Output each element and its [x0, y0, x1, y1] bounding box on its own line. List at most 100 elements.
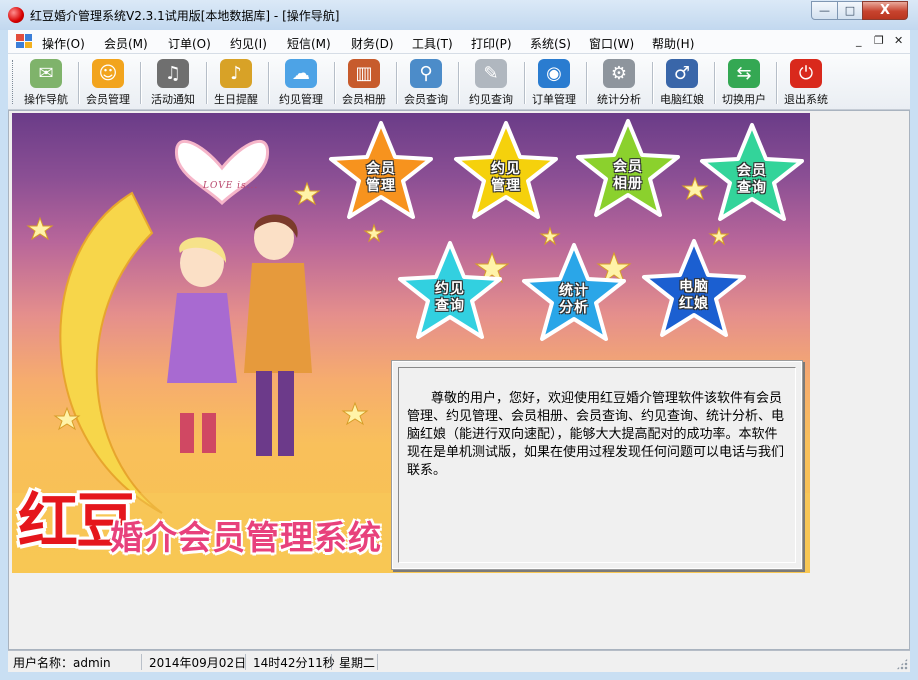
child-restore-icon[interactable]: ❐	[874, 34, 884, 47]
menu-window[interactable]: 窗口(W)	[589, 35, 634, 52]
album-icon: ▥	[348, 59, 380, 88]
menu-help[interactable]: 帮助(H)	[652, 35, 694, 52]
star-member-management[interactable]: 会员 管理	[327, 119, 435, 223]
star-member-query[interactable]: 会员 查询	[698, 121, 806, 225]
toolbar-activity-button[interactable]: ♫ 活动通知	[142, 57, 204, 107]
toolbar-meeting-query-button[interactable]: ✎ 约见查询	[460, 57, 522, 107]
toolbar-separator	[458, 62, 459, 104]
heart-caption: LOVE is...	[203, 181, 259, 191]
status-bar: 用户名称：admin 2014年09月02日 14时42分11秒 星期二	[8, 650, 910, 672]
toolbar-separator	[586, 62, 587, 104]
mdi-client-area: LOVE is... 会员 管理 约见 管理 会员 相册 会员 查询 约见 查询 统计 分析	[8, 110, 910, 650]
toolbar-birthday-button[interactable]: ♪ 生日提醒	[208, 57, 264, 107]
child-minimize-icon[interactable]: _	[856, 34, 862, 47]
welcome-panel: 尊敬的用户，您好，欢迎使用红豆婚介管理软件该软件有会员管理、约见管理、会员相册、…	[392, 361, 802, 569]
status-date: 2014年09月02日	[146, 654, 246, 670]
window-bottom-border[interactable]	[0, 672, 918, 680]
star-member-album[interactable]: 会员 相册	[574, 117, 682, 221]
toolbar-switch-user-button[interactable]: ⇆ 切换用户	[716, 57, 772, 107]
toolbar: ✉ 操作导航 ☺ 会员管理 ♫ 活动通知 ♪ 生日提醒 ☁ 约见管理 ▥ 会员相…	[8, 54, 910, 110]
toolbar-label: 生日提醒	[214, 93, 258, 106]
window-title: 红豆婚介管理系统V2.3.1试用版[本地数据库] - [操作导航]	[30, 9, 340, 23]
toolbar-separator	[334, 62, 335, 104]
toolbar-label: 会员相册	[342, 93, 386, 106]
globe-icon: ◉	[538, 59, 570, 88]
gear-icon: ⚙	[603, 59, 635, 88]
toolbar-nav-button[interactable]: ✉ 操作导航	[18, 57, 74, 107]
member-icon: ☺	[92, 59, 124, 88]
toolbar-matchmaker-button[interactable]: ♂ 电脑红娘	[654, 57, 710, 107]
welcome-text: 尊敬的用户，您好，欢迎使用红豆婚介管理软件该软件有会员管理、约见管理、会员相册、…	[407, 391, 785, 478]
toolbar-label: 约见查询	[469, 93, 513, 106]
toolbar-label: 统计分析	[597, 93, 641, 106]
menu-bar: 操作(O) 会员(M) 订单(O) 约见(I) 短信(M) 财务(D) 工具(T…	[8, 30, 910, 54]
star-label: 统计 分析	[559, 283, 589, 316]
toolbar-label: 会员管理	[86, 93, 130, 106]
toolbar-separator	[524, 62, 525, 104]
menu-operate[interactable]: 操作(O)	[42, 35, 85, 52]
menu-finance[interactable]: 财务(D)	[351, 35, 394, 52]
toolbar-stats-button[interactable]: ⚙ 统计分析	[588, 57, 650, 107]
star-label: 会员 管理	[366, 161, 396, 194]
toolbar-separator	[714, 62, 715, 104]
toolbar-separator	[652, 62, 653, 104]
star-label: 电脑 红娘	[679, 279, 709, 312]
menu-print[interactable]: 打印(P)	[471, 35, 512, 52]
star-label: 约见 管理	[491, 161, 521, 194]
star-label: 会员 相册	[613, 159, 643, 192]
star-matchmaker[interactable]: 电脑 红娘	[640, 237, 748, 341]
star-label: 约见 查询	[435, 281, 465, 314]
toolbar-exit-button[interactable]: ⏻ 退出系统	[778, 57, 834, 107]
menu-order[interactable]: 订单(O)	[168, 35, 211, 52]
status-user: 用户名称：admin	[10, 654, 142, 670]
menu-meeting[interactable]: 约见(I)	[230, 35, 267, 52]
toolbar-label: 操作导航	[24, 93, 68, 106]
power-icon: ⏻	[790, 59, 822, 88]
close-icon: X	[879, 3, 891, 18]
toolbar-label: 退出系统	[784, 93, 828, 106]
toolbar-separator	[268, 62, 269, 104]
maximize-icon: □	[844, 4, 856, 17]
app-icon[interactable]	[8, 7, 24, 23]
chat-icon: ☁	[285, 59, 317, 88]
toolbar-order-button[interactable]: ◉ 订单管理	[526, 57, 582, 107]
toolbar-label: 切换用户	[722, 93, 766, 106]
star-statistics[interactable]: 统计 分析	[520, 241, 628, 345]
mdi-child-icon[interactable]	[16, 34, 32, 48]
toolbar-grip[interactable]	[12, 60, 15, 104]
toolbar-label: 活动通知	[151, 93, 195, 106]
speaker-icon: ♫	[157, 59, 189, 88]
navigation-banner: LOVE is... 会员 管理 约见 管理 会员 相册 会员 查询 约见 查询 统计 分析	[12, 113, 810, 573]
magnifier-icon: ⚲	[410, 59, 442, 88]
window-title-bar[interactable]: 红豆婚介管理系统V2.3.1试用版[本地数据库] - [操作导航] — □ X	[0, 0, 918, 30]
toolbar-meeting-button[interactable]: ☁ 约见管理	[270, 57, 332, 107]
maximize-button[interactable]: □	[837, 1, 863, 20]
toolbar-member-query-button[interactable]: ⚲ 会员查询	[398, 57, 454, 107]
toolbar-label: 订单管理	[532, 93, 576, 106]
star-meeting-management[interactable]: 约见 管理	[452, 119, 560, 223]
toolbar-separator	[78, 62, 79, 104]
star-meeting-query[interactable]: 约见 查询	[396, 239, 504, 343]
close-button[interactable]: X	[862, 1, 908, 20]
minimize-button[interactable]: —	[811, 1, 838, 20]
toolbar-label: 会员查询	[404, 93, 448, 106]
toolbar-member-button[interactable]: ☺ 会员管理	[80, 57, 136, 107]
star-label: 会员 查询	[737, 163, 767, 196]
menu-system[interactable]: 系统(S)	[530, 35, 571, 52]
person-icon: ♂	[666, 59, 698, 88]
menu-member[interactable]: 会员(M)	[104, 35, 148, 52]
menu-tools[interactable]: 工具(T)	[412, 35, 453, 52]
toolbar-album-button[interactable]: ▥ 会员相册	[336, 57, 392, 107]
music-note-icon: ♪	[220, 59, 252, 88]
child-close-icon[interactable]: ✕	[894, 34, 903, 47]
logo-product-name: 婚介会员管理系统	[110, 518, 382, 557]
menu-sms[interactable]: 短信(M)	[287, 35, 331, 52]
resize-grip[interactable]	[896, 658, 908, 670]
switch-icon: ⇆	[728, 59, 760, 88]
minimize-icon: —	[819, 4, 830, 17]
toolbar-label: 约见管理	[279, 93, 323, 106]
notepad-icon: ✎	[475, 59, 507, 88]
toolbar-separator	[776, 62, 777, 104]
toolbar-separator	[140, 62, 141, 104]
status-time: 14时42分11秒	[250, 654, 335, 670]
